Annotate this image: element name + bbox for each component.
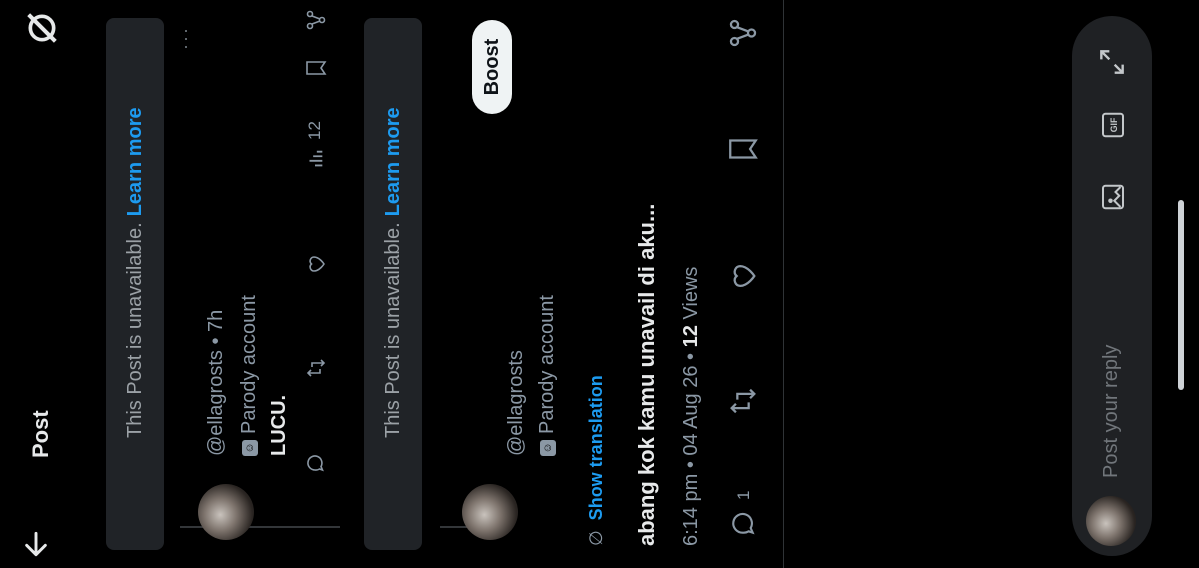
- bookmark-icon[interactable]: [304, 56, 328, 80]
- parody-label: ☺Parody account: [536, 295, 559, 456]
- parody-badge-icon: ☺: [539, 440, 556, 456]
- avatar: [1086, 496, 1136, 546]
- bookmark-icon[interactable]: [726, 132, 760, 166]
- unavailable-text: This Post is unavailable.: [123, 222, 146, 438]
- share-icon[interactable]: [304, 8, 328, 32]
- gif-icon[interactable]: GIF: [1098, 110, 1128, 140]
- reply-icon[interactable]: [728, 506, 760, 538]
- unavailable-post-notice: This Post is unavailable. Learn more: [106, 18, 164, 550]
- avatar[interactable]: [198, 484, 254, 540]
- post-handle[interactable]: @ellagrosts: [505, 350, 528, 456]
- more-icon[interactable]: ···: [175, 26, 196, 50]
- reply-input[interactable]: Post your reply: [1100, 345, 1123, 478]
- post-date: 04 Aug 26: [680, 365, 702, 456]
- arrow-left-icon[interactable]: [20, 528, 52, 560]
- learn-more-link[interactable]: Learn more: [382, 107, 405, 216]
- page-title: Post: [28, 410, 53, 458]
- avatar[interactable]: [462, 484, 518, 540]
- reply-count: 1: [734, 490, 753, 500]
- post-text: abang kok kamu unavail di aku...: [634, 203, 659, 546]
- reply-icon[interactable]: [304, 450, 328, 474]
- learn-more-link[interactable]: Learn more: [124, 107, 147, 216]
- boost-button[interactable]: Boost: [472, 20, 512, 114]
- reply-meta: @ellagrosts • 7h: [205, 309, 227, 456]
- translate-icon: ∅: [586, 530, 606, 546]
- views-icon: [304, 148, 326, 170]
- views-count: 12: [680, 325, 702, 348]
- reply-text: LUCU.: [268, 394, 290, 456]
- reply-time: 7h: [205, 309, 227, 332]
- parody-badge-icon: ☺: [241, 440, 258, 456]
- heart-icon[interactable]: [304, 252, 328, 276]
- repost-icon[interactable]: [304, 356, 328, 380]
- post-meta: 6:14 pm • 04 Aug 26 • 12 Views: [680, 266, 702, 546]
- views-label: Views: [680, 266, 702, 320]
- repost-icon[interactable]: [726, 384, 760, 418]
- reply-action[interactable]: 1: [728, 491, 760, 538]
- views-count: 12: [305, 121, 324, 140]
- views-counter[interactable]: 12: [304, 121, 326, 170]
- post-time: 6:14 pm: [680, 473, 702, 546]
- parody-label: ☺Parody account: [238, 295, 261, 456]
- divider: [783, 0, 784, 568]
- unavailable-post-notice: This Post is unavailable. Learn more: [364, 18, 422, 550]
- heart-icon[interactable]: [726, 259, 760, 293]
- share-icon[interactable]: [726, 16, 760, 50]
- scrollbar[interactable]: [1178, 200, 1184, 390]
- svg-text:GIF: GIF: [1109, 117, 1119, 132]
- expand-icon[interactable]: [1096, 46, 1128, 78]
- grok-icon[interactable]: [22, 8, 62, 48]
- post-screen: Post This Post is unavailable. Learn mor…: [0, 0, 1199, 568]
- reply-handle[interactable]: @ellagrosts: [205, 350, 227, 456]
- unavailable-text: This Post is unavailable.: [381, 222, 404, 438]
- image-icon[interactable]: [1098, 182, 1128, 212]
- show-translation-link[interactable]: ∅ Show translation: [586, 375, 607, 546]
